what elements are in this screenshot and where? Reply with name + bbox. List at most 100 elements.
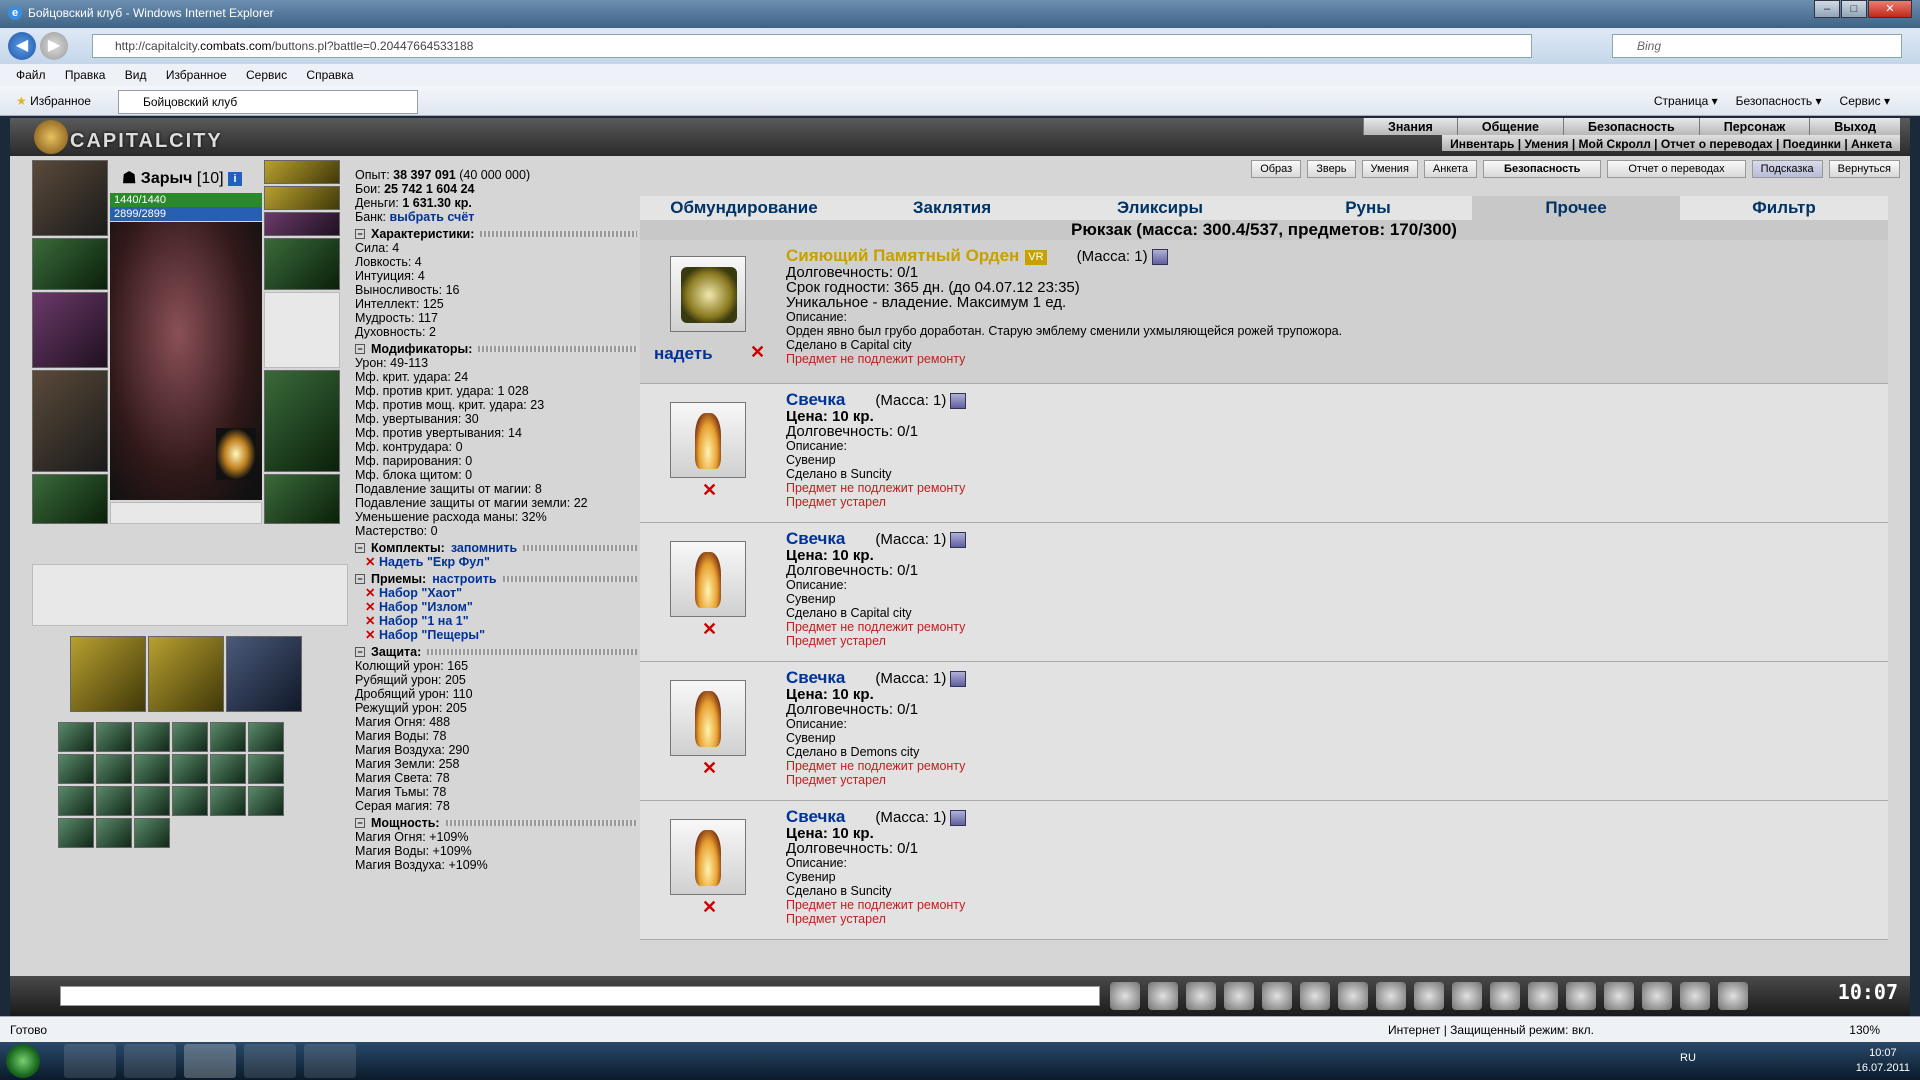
effect-icon[interactable] <box>134 786 170 816</box>
transfers-button[interactable]: Отчет о переводах <box>1607 160 1746 178</box>
favorites-button[interactable]: ★ Избранное <box>16 94 91 108</box>
amulet-slot[interactable] <box>264 186 340 210</box>
boots-slot[interactable] <box>264 474 340 524</box>
effect-icon[interactable] <box>248 754 284 784</box>
section-defense[interactable]: − Защита: <box>355 645 637 659</box>
toolbar-icon[interactable] <box>1452 982 1482 1010</box>
toolbar-icon[interactable] <box>1376 982 1406 1010</box>
bag-slot-2[interactable] <box>148 636 224 712</box>
toolbar-icon[interactable] <box>1300 982 1330 1010</box>
nav-character[interactable]: Персонаж <box>1698 118 1810 135</box>
trick-set[interactable]: ✕ Набор "Хаот" <box>355 586 637 600</box>
bracers-slot[interactable] <box>32 238 108 290</box>
effect-icon[interactable] <box>134 754 170 784</box>
weapon-slot[interactable] <box>32 292 108 368</box>
effect-icon[interactable] <box>96 722 132 752</box>
toolbar-icon[interactable] <box>1680 982 1710 1010</box>
toolbar-icon[interactable] <box>1110 982 1140 1010</box>
tab-filter[interactable]: Фильтр <box>1680 196 1888 220</box>
toolbar-icon[interactable] <box>1604 982 1634 1010</box>
effect-icon[interactable] <box>248 786 284 816</box>
skills-button[interactable]: Умения <box>1361 160 1418 178</box>
toolbar-icon[interactable] <box>1718 982 1748 1010</box>
item-image[interactable] <box>670 402 746 478</box>
return-button[interactable]: Вернуться <box>1828 160 1900 178</box>
skype-task[interactable] <box>244 1044 296 1078</box>
menu-help[interactable]: Справка <box>306 68 353 82</box>
item-name[interactable]: Сияющий Памятный Орден <box>786 246 1019 265</box>
trick-set[interactable]: ✕ Набор "Пещеры" <box>355 628 637 642</box>
effect-icon[interactable] <box>58 786 94 816</box>
effect-icon[interactable] <box>58 722 94 752</box>
safety-menu[interactable]: Безопасность ▾ <box>1736 94 1822 108</box>
toolbar-icon[interactable] <box>1262 982 1292 1010</box>
ie-task[interactable] <box>184 1044 236 1078</box>
start-button[interactable] <box>6 1044 40 1078</box>
bag-slot-3[interactable] <box>226 636 302 712</box>
forward-button[interactable]: ▶ <box>40 32 68 60</box>
page-menu[interactable]: Страница ▾ <box>1654 94 1718 108</box>
effect-icon[interactable] <box>172 754 208 784</box>
shield-slot[interactable] <box>264 292 340 368</box>
section-characteristics[interactable]: − Характеристики: <box>355 227 637 241</box>
toolbar-icon[interactable] <box>1490 982 1520 1010</box>
nav-communication[interactable]: Общение <box>1456 118 1563 135</box>
effect-icon[interactable] <box>134 818 170 848</box>
tab-runes[interactable]: Руны <box>1264 196 1472 220</box>
effect-icon[interactable] <box>210 722 246 752</box>
item-name[interactable]: Свечка <box>786 529 845 548</box>
menu-file[interactable]: Файл <box>16 68 46 82</box>
backpack-slots[interactable] <box>32 564 348 626</box>
item-name[interactable]: Свечка <box>786 807 845 826</box>
section-sets[interactable]: − Комплекты: запомнить <box>355 541 637 555</box>
delete-icon[interactable]: ✕ <box>702 758 717 779</box>
tray-clock[interactable]: 10:07 16.07.2011 <box>1856 1046 1910 1076</box>
rings-slot[interactable] <box>264 212 340 236</box>
effect-icon[interactable] <box>248 722 284 752</box>
tab-elixirs[interactable]: Эликсиры <box>1056 196 1264 220</box>
armor-slot[interactable] <box>32 370 108 472</box>
delete-icon[interactable]: ✕ <box>750 342 765 363</box>
effect-icon[interactable] <box>134 722 170 752</box>
helmet-slot[interactable] <box>32 160 108 236</box>
earring-slot[interactable] <box>264 160 340 184</box>
info-icon[interactable]: i <box>228 171 243 186</box>
back-button[interactable]: ◀ <box>8 32 36 60</box>
belt-slot[interactable] <box>32 474 108 524</box>
effect-icon[interactable] <box>96 818 132 848</box>
chat-input[interactable] <box>60 986 1100 1006</box>
item-name[interactable]: Свечка <box>786 390 845 409</box>
effect-icon[interactable] <box>96 786 132 816</box>
close-button[interactable]: ✕ <box>1868 0 1912 18</box>
nav-security[interactable]: Безопасность <box>1563 118 1699 135</box>
delete-icon[interactable]: ✕ <box>702 897 717 918</box>
effect-icon[interactable] <box>172 786 208 816</box>
toolbar-icon[interactable] <box>1338 982 1368 1010</box>
effect-icon[interactable] <box>58 754 94 784</box>
sub-nav[interactable]: Инвентарь | Умения | Мой Скролл | Отчет … <box>1442 135 1900 151</box>
delete-icon[interactable]: ✕ <box>702 619 717 640</box>
item-name[interactable]: Свечка <box>786 668 845 687</box>
trick-set[interactable]: ✕ Набор "1 на 1" <box>355 614 637 628</box>
hint-button[interactable]: Подсказка <box>1751 160 1823 178</box>
item-image[interactable] <box>670 819 746 895</box>
tab-other[interactable]: Прочее <box>1472 196 1680 220</box>
section-power[interactable]: − Мощность: <box>355 816 637 830</box>
toolbar-icon[interactable] <box>1566 982 1596 1010</box>
effect-icon[interactable] <box>58 818 94 848</box>
maximize-button[interactable]: □ <box>1841 0 1867 18</box>
nav-exit[interactable]: Выход <box>1809 118 1900 135</box>
trick-set[interactable]: ✕ Набор "Излом" <box>355 600 637 614</box>
menu-edit[interactable]: Правка <box>65 68 106 82</box>
gloves-slot[interactable] <box>264 238 340 290</box>
media-task[interactable] <box>124 1044 176 1078</box>
language-indicator[interactable]: RU <box>1680 1052 1696 1064</box>
effect-icon[interactable] <box>96 754 132 784</box>
item-image[interactable] <box>670 680 746 756</box>
small-slots[interactable] <box>110 502 262 524</box>
character-avatar[interactable] <box>110 222 262 500</box>
set-item[interactable]: ✕ Надеть "Екр Фул" <box>355 555 637 569</box>
explorer-task[interactable] <box>64 1044 116 1078</box>
image-button[interactable]: Образ <box>1251 160 1302 178</box>
effect-icon[interactable] <box>210 786 246 816</box>
